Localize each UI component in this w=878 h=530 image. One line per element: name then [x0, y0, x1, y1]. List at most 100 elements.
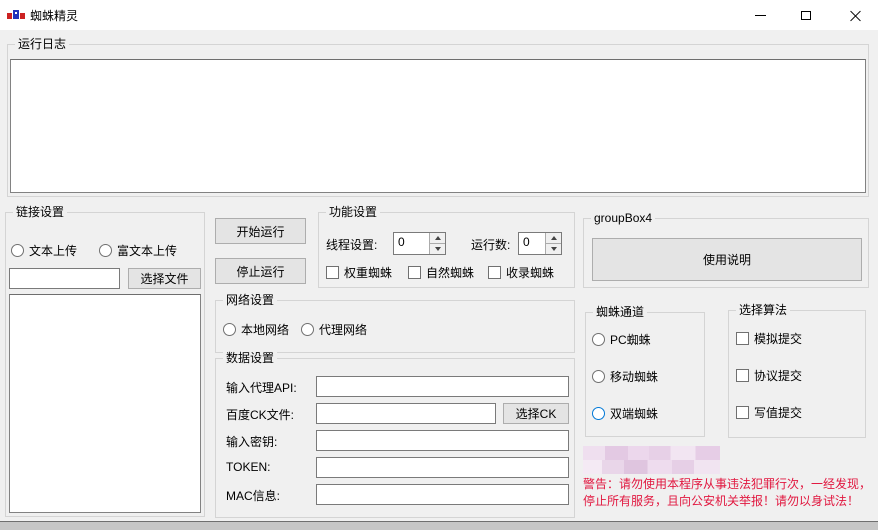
spin-up-icon	[434, 236, 441, 240]
checkbox-weight-spider[interactable]: 权重蜘蛛	[326, 264, 392, 281]
run-count-stepper[interactable]: 0	[518, 232, 562, 255]
group-function-settings: 功能设置 线程设置: 0 运行数: 0 权重蜘蛛 自然蜘蛛 收录蜘蛛	[318, 205, 575, 288]
checkbox-icon	[736, 369, 749, 382]
group-select-algorithm-label: 选择算法	[736, 303, 791, 317]
radio-text-upload-label: 文本上传	[29, 244, 78, 258]
checkbox-icon	[736, 406, 749, 419]
group-link-settings: 链接设置 文本上传 富文本上传 选择文件	[5, 205, 205, 517]
checkbox-protocol-submit-label: 协议提交	[754, 369, 803, 383]
radio-circle-icon	[11, 244, 24, 257]
link-list-box[interactable]	[9, 294, 201, 513]
radio-circle-icon	[301, 323, 314, 336]
radio-circle-icon	[592, 333, 605, 346]
checkbox-icon	[408, 266, 421, 279]
radio-proxy-network-label: 代理网络	[319, 323, 368, 337]
close-button[interactable]	[832, 0, 878, 30]
group-box4-label: groupBox4	[591, 211, 656, 225]
group-network-settings-label: 网络设置	[223, 293, 278, 307]
group-network-settings: 网络设置 本地网络 代理网络	[215, 293, 575, 353]
minimize-icon	[754, 14, 766, 16]
app-window: 蜘蛛精灵 运行日志 链接设置 文本上传 富文本上传 选择文件 开始运行 停止运行…	[0, 0, 878, 530]
mac-info-label: MAC信息:	[226, 489, 281, 503]
group-data-settings: 数据设置 输入代理API: 百度CK文件: 选择CK 输入密钥: TOKEN: …	[215, 351, 575, 518]
radio-mobile-spider[interactable]: 移动蜘蛛	[592, 368, 658, 385]
choose-ck-button[interactable]: 选择CK	[503, 403, 569, 424]
spin-up-icon	[550, 236, 557, 240]
stop-run-button[interactable]: 停止运行	[215, 258, 306, 284]
radio-circle-icon	[592, 370, 605, 383]
checkbox-write-value-submit-label: 写值提交	[754, 406, 803, 420]
spider-logo-icon	[7, 10, 25, 19]
choose-file-button[interactable]: 选择文件	[128, 268, 201, 289]
radio-dual-spider[interactable]: 双端蜘蛛	[592, 405, 658, 422]
checkbox-protocol-submit[interactable]: 协议提交	[736, 367, 802, 384]
warning-text: 警告：请勿使用本程序从事违法犯罪行次，一经发现，停止所有服务，且向公安机关举报！…	[583, 477, 872, 508]
run-spin-up-button[interactable]	[546, 233, 561, 243]
run-log-textarea[interactable]	[10, 59, 866, 193]
spin-down-icon	[434, 247, 441, 251]
maximize-button[interactable]	[783, 0, 829, 30]
radio-rich-text-upload-label: 富文本上传	[117, 244, 178, 258]
close-icon	[850, 10, 861, 21]
checkbox-icon	[326, 266, 339, 279]
window-bottom-edge	[0, 521, 878, 530]
thread-count-value: 0	[398, 235, 405, 249]
radio-circle-icon	[223, 323, 236, 336]
radio-local-network[interactable]: 本地网络	[223, 321, 289, 338]
radio-proxy-network[interactable]: 代理网络	[301, 321, 367, 338]
radio-local-network-label: 本地网络	[241, 323, 290, 337]
thread-spin-down-button[interactable]	[430, 243, 445, 254]
radio-circle-icon	[592, 407, 605, 420]
radio-mobile-spider-label: 移动蜘蛛	[610, 370, 659, 384]
group-link-settings-label: 链接设置	[13, 205, 68, 219]
checkbox-write-value-submit[interactable]: 写值提交	[736, 404, 802, 421]
group-spider-channel: 蜘蛛通道 PC蜘蛛 移动蜘蛛 双端蜘蛛	[585, 305, 705, 437]
token-label: TOKEN:	[226, 460, 271, 474]
minimize-button[interactable]	[737, 0, 783, 30]
secret-key-label: 输入密钥:	[226, 435, 278, 449]
radio-rich-text-upload[interactable]: 富文本上传	[99, 242, 177, 259]
baidu-ck-file-input[interactable]	[316, 403, 496, 424]
checkbox-simulate-submit-label: 模拟提交	[754, 332, 803, 346]
run-spin-down-button[interactable]	[546, 243, 561, 254]
mac-info-input[interactable]	[316, 484, 569, 505]
checkbox-index-spider[interactable]: 收录蜘蛛	[488, 264, 554, 281]
radio-text-upload[interactable]: 文本上传	[11, 242, 77, 259]
checkbox-simulate-submit[interactable]: 模拟提交	[736, 330, 802, 347]
checkbox-icon	[736, 332, 749, 345]
group-run-log-label: 运行日志	[15, 37, 70, 51]
group-data-settings-label: 数据设置	[223, 351, 278, 365]
titlebar[interactable]: 蜘蛛精灵	[0, 0, 878, 30]
group-box4: groupBox4 使用说明	[583, 211, 869, 288]
radio-pc-spider-label: PC蜘蛛	[610, 333, 651, 347]
checkbox-weight-spider-label: 权重蜘蛛	[344, 266, 393, 280]
censored-text-mosaic	[583, 446, 720, 474]
run-count-value: 0	[523, 235, 530, 249]
spin-down-icon	[550, 247, 557, 251]
thread-setting-label: 线程设置:	[326, 238, 378, 252]
thread-spin-up-button[interactable]	[430, 233, 445, 243]
group-run-log: 运行日志	[7, 37, 869, 197]
token-input[interactable]	[316, 457, 569, 478]
checkbox-icon	[488, 266, 501, 279]
radio-pc-spider[interactable]: PC蜘蛛	[592, 331, 651, 348]
maximize-icon	[801, 10, 811, 20]
radio-circle-icon	[99, 244, 112, 257]
usage-instructions-button[interactable]: 使用说明	[592, 238, 862, 281]
baidu-ck-file-label: 百度CK文件:	[226, 408, 295, 422]
group-spider-channel-label: 蜘蛛通道	[593, 305, 648, 319]
window-title: 蜘蛛精灵	[30, 9, 79, 23]
run-count-label: 运行数:	[471, 238, 511, 252]
thread-count-stepper[interactable]: 0	[393, 232, 446, 255]
group-select-algorithm: 选择算法 模拟提交 协议提交 写值提交	[728, 303, 866, 438]
checkbox-natural-spider-label: 自然蜘蛛	[426, 266, 475, 280]
group-function-settings-label: 功能设置	[326, 205, 381, 219]
proxy-api-input[interactable]	[316, 376, 569, 397]
secret-key-input[interactable]	[316, 430, 569, 451]
start-run-button[interactable]: 开始运行	[215, 218, 306, 244]
checkbox-natural-spider[interactable]: 自然蜘蛛	[408, 264, 474, 281]
checkbox-index-spider-label: 收录蜘蛛	[506, 266, 555, 280]
proxy-api-label: 输入代理API:	[226, 381, 297, 395]
radio-dual-spider-label: 双端蜘蛛	[610, 407, 659, 421]
link-file-input[interactable]	[9, 268, 120, 289]
